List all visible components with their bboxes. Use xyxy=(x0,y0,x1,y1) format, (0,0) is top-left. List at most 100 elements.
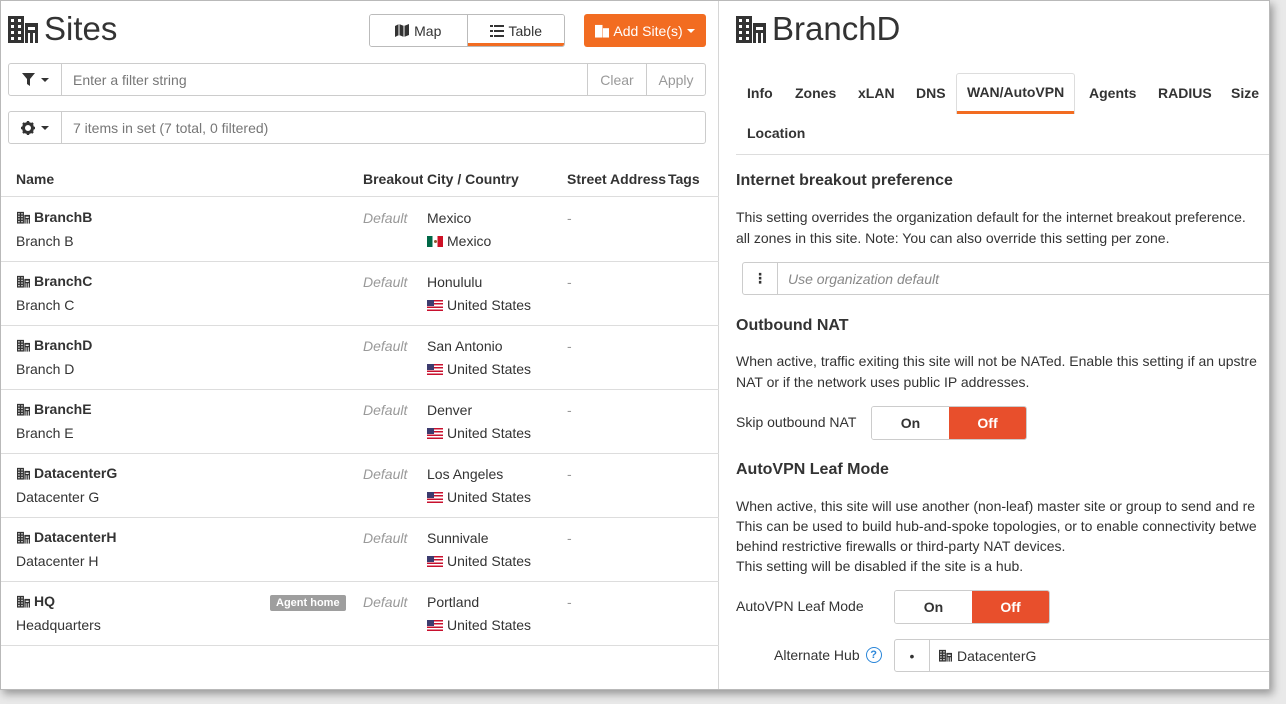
table-row[interactable]: BranchD Branch D Default San Antonio United … xyxy=(1,326,719,390)
clear-button[interactable]: Clear xyxy=(587,64,646,95)
detail-title-text: BranchD xyxy=(772,10,901,47)
country-text: United States xyxy=(447,361,532,377)
site-name-text: BranchD xyxy=(34,337,93,353)
city-value: Sunnivale xyxy=(427,530,489,546)
country-value: United States xyxy=(427,361,531,377)
site-description: Branch D xyxy=(16,361,75,377)
alternate-hub-value[interactable]: DatacenterG xyxy=(930,639,1269,672)
table-view-button[interactable]: Table xyxy=(466,15,564,46)
site-name[interactable]: HQ xyxy=(16,593,55,609)
map-icon xyxy=(395,24,410,37)
site-name[interactable]: DatacenterG xyxy=(16,465,117,481)
breakout-select[interactable]: ⋮ Use organization default xyxy=(742,262,1269,295)
site-name[interactable]: BranchE xyxy=(16,401,92,417)
building-icon xyxy=(16,275,31,288)
city-value: Mexico xyxy=(427,210,472,226)
nat-heading: Outbound NAT xyxy=(736,317,849,334)
country-value: United States xyxy=(427,425,531,441)
tab-wan-autovpn[interactable]: WAN/AutoVPN xyxy=(956,73,1076,114)
street-address-value: - xyxy=(567,402,572,418)
breakout-value: Default xyxy=(363,338,408,354)
building-icon xyxy=(16,531,31,544)
column-header-city-country[interactable]: City / Country xyxy=(427,171,519,187)
site-description: Headquarters xyxy=(16,617,101,633)
alternate-hub-select[interactable]: • DatacenterG xyxy=(894,639,1269,672)
table-row[interactable]: HQ Headquarters Agent home Default Portland U… xyxy=(1,582,719,646)
site-detail-panel: BranchD Info Zones xLAN DNS WAN/AutoVPN … xyxy=(720,1,1269,689)
us-flag-icon xyxy=(427,427,443,439)
street-address-value: - xyxy=(567,530,572,546)
help-icon[interactable]: ? xyxy=(865,647,882,663)
country-text: United States xyxy=(447,425,532,441)
table-header: Name Breakout City / Country Street Addr… xyxy=(1,161,719,197)
leaf-mode-on[interactable]: On xyxy=(895,591,972,623)
breakout-value: Default xyxy=(363,274,408,290)
chevron-down-icon xyxy=(41,125,49,130)
us-flag-icon xyxy=(427,299,443,311)
chevron-down-icon xyxy=(40,77,49,82)
tab-xlan[interactable]: xLAN xyxy=(858,85,895,101)
street-address-value: - xyxy=(567,210,572,226)
detail-tabs: Info Zones xLAN DNS WAN/AutoVPN Agents R… xyxy=(736,73,1269,155)
detail-title: BranchD xyxy=(736,9,900,49)
map-view-button[interactable]: Map xyxy=(370,15,467,46)
us-flag-icon xyxy=(427,619,443,631)
leaf-description-4: This setting will be disabled if the sit… xyxy=(736,558,1024,574)
site-name[interactable]: BranchB xyxy=(16,209,92,225)
tab-dns[interactable]: DNS xyxy=(916,85,946,101)
apply-button[interactable]: Apply xyxy=(646,64,705,95)
country-text: United States xyxy=(447,553,532,569)
column-header-breakout[interactable]: Breakout xyxy=(363,171,423,187)
country-text: United States xyxy=(447,489,532,505)
filter-dropdown[interactable] xyxy=(9,64,62,95)
tab-radius[interactable]: RADIUS xyxy=(1158,85,1212,101)
leaf-mode-off[interactable]: Off xyxy=(972,591,1049,623)
building-icon xyxy=(16,211,31,224)
site-name[interactable]: DatacenterH xyxy=(16,529,116,545)
column-header-street-address[interactable]: Street Address xyxy=(567,171,667,187)
breakout-heading: Internet breakout preference xyxy=(736,172,953,189)
app-window: Sites Map Table Add Site(s) Enter a filt… xyxy=(0,0,1270,690)
skip-nat-label: Skip outbound NAT xyxy=(736,414,857,430)
site-description: Datacenter G xyxy=(16,489,100,505)
column-header-tags[interactable]: Tags xyxy=(668,171,700,187)
city-value: Portland xyxy=(427,594,480,610)
alternate-hub-label-group: Alternate Hub ? xyxy=(774,647,882,663)
breakout-value: Default xyxy=(363,402,408,418)
add-sites-button[interactable]: Add Site(s) xyxy=(584,14,706,47)
more-vertical-icon[interactable]: ⋮ xyxy=(742,262,778,295)
building-icon xyxy=(16,467,31,480)
filter-icon xyxy=(21,73,35,86)
table-row[interactable]: BranchC Branch C Default Honululu United Sta… xyxy=(1,262,719,326)
tab-location[interactable]: Location xyxy=(747,125,805,141)
skip-nat-off[interactable]: Off xyxy=(949,407,1026,439)
us-flag-icon xyxy=(427,555,443,567)
tab-zones[interactable]: Zones xyxy=(795,85,836,101)
table-view-label: Table xyxy=(508,22,542,39)
table-row[interactable]: BranchE Branch E Default Denver United State… xyxy=(1,390,719,454)
add-sites-label: Add Site(s) xyxy=(613,22,683,39)
leaf-mode-toggle[interactable]: On Off xyxy=(894,590,1050,624)
country-value: United States xyxy=(427,489,531,505)
column-header-name[interactable]: Name xyxy=(16,171,54,187)
settings-dropdown[interactable] xyxy=(9,112,62,143)
city-value: Los Angeles xyxy=(427,466,504,482)
site-name[interactable]: BranchD xyxy=(16,337,92,353)
tab-agents[interactable]: Agents xyxy=(1089,85,1136,101)
site-name[interactable]: BranchC xyxy=(16,273,92,289)
bullet-icon[interactable]: • xyxy=(894,639,930,672)
tab-size[interactable]: Size xyxy=(1231,85,1259,101)
building-icon xyxy=(938,649,953,662)
table-row[interactable]: DatacenterH Datacenter H Default Sunnivale U… xyxy=(1,518,719,582)
tab-info[interactable]: Info xyxy=(747,85,773,101)
filter-input[interactable]: Enter a filter string xyxy=(62,64,587,95)
building-icon xyxy=(736,14,766,44)
building-icon xyxy=(595,24,610,38)
skip-nat-toggle[interactable]: On Off xyxy=(871,406,1027,440)
page-title-text: Sites xyxy=(44,10,118,47)
table-row[interactable]: DatacenterG Datacenter G Default Los Angele… xyxy=(1,454,719,518)
city-value: Honululu xyxy=(427,274,483,290)
table-row[interactable]: BranchB Branch B Default Mexico Mexico - xyxy=(1,198,719,262)
skip-nat-on[interactable]: On xyxy=(872,407,949,439)
breakout-select-value[interactable]: Use organization default xyxy=(778,262,1269,295)
